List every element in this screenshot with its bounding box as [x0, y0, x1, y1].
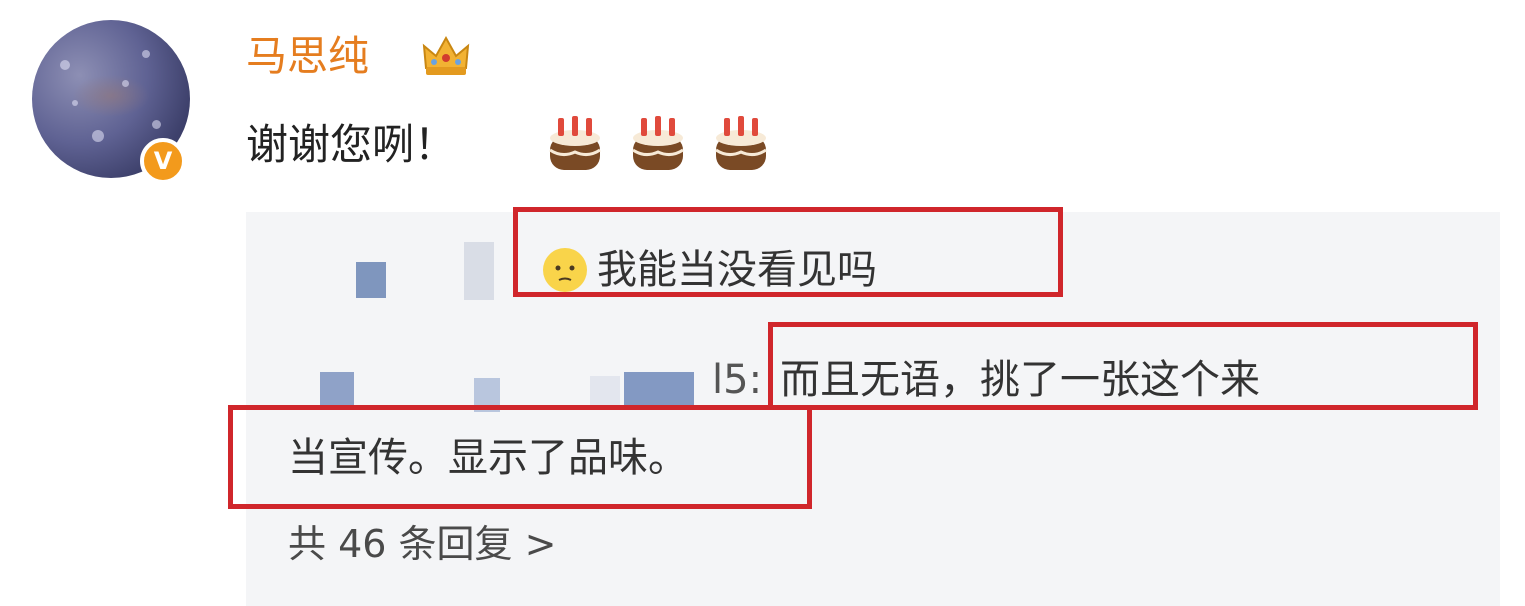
highlight-box [513, 207, 1063, 297]
highlight-box [768, 322, 1478, 410]
comment-text: 谢谢您咧！ [246, 120, 457, 169]
cake-emoji [549, 116, 601, 170]
blurred-username [590, 376, 620, 406]
cake-emoji [715, 116, 767, 170]
blurred-username [356, 262, 386, 298]
verified-badge-icon: V [140, 138, 186, 184]
crown-icon [422, 35, 470, 75]
reply-2-username-fragment[interactable]: l5: [712, 352, 762, 408]
username[interactable]: 马思纯 [246, 28, 369, 84]
highlight-box [228, 405, 812, 509]
more-replies-link[interactable]: 共 46 条回复 > [288, 518, 556, 570]
blurred-username [464, 242, 494, 300]
cake-emoji [632, 116, 684, 170]
